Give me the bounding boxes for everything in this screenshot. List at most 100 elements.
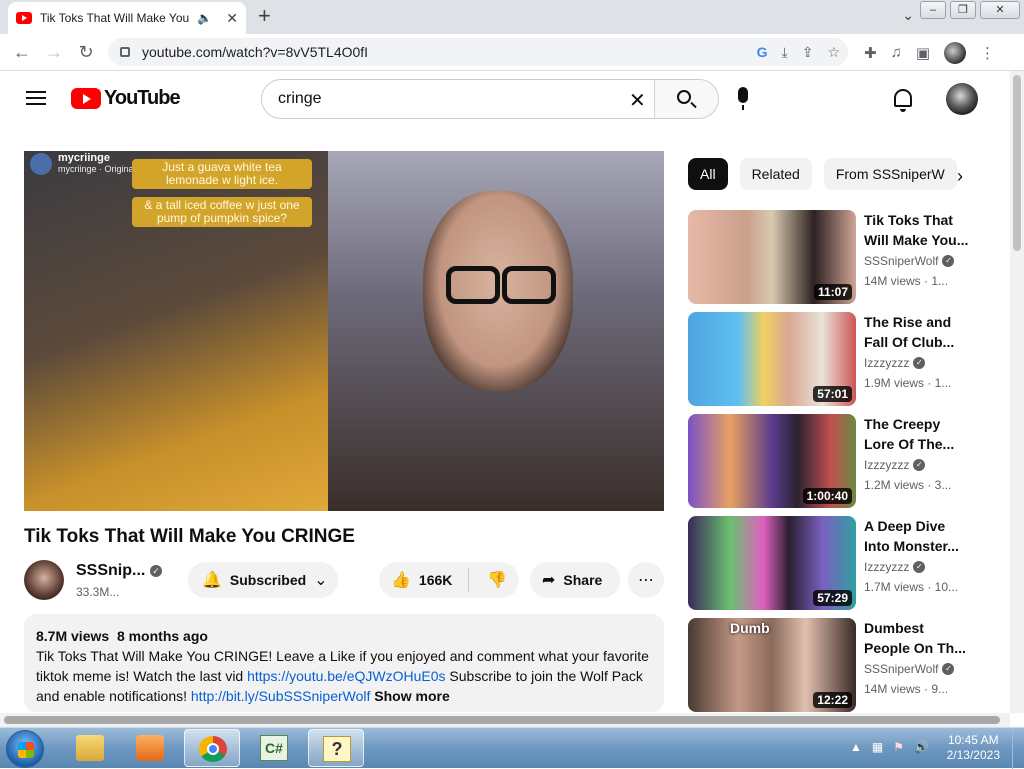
recommendation-channel[interactable]: SSSniperWolf	[864, 254, 938, 268]
forward-arrow-icon[interactable]: →	[38, 42, 70, 63]
network-icon[interactable]: ▦	[872, 740, 883, 754]
account-avatar[interactable]	[946, 83, 978, 115]
vertical-scrollbar[interactable]	[1010, 71, 1024, 713]
recommendation-item[interactable]: 57:01 The Rise and Fall Of Club... Izzzy…	[688, 312, 978, 406]
notifications-bell-icon[interactable]	[894, 89, 912, 112]
search-button[interactable]	[654, 80, 718, 118]
taskbar-media-player[interactable]	[122, 729, 178, 767]
recommendation-channel[interactable]: SSSniperWolf	[864, 662, 938, 676]
more-actions-button[interactable]: ⋯	[628, 562, 664, 598]
taskbar-help-app[interactable]: ?	[308, 729, 364, 767]
channel-row: SSSnip... ✓ 33.3M... 🔔 Subscribed ⌄ 👍 16…	[24, 560, 664, 600]
bookmark-star-icon[interactable]: ☆	[827, 44, 840, 61]
media-control-icon[interactable]: ♫	[891, 44, 902, 61]
description-box[interactable]: 8.7M views 8 months ago Tik Toks That Wi…	[24, 614, 664, 712]
recommendation-title[interactable]: Tik Toks That Will Make You...	[864, 210, 972, 250]
recommendation-channel[interactable]: Izzzyzzz	[864, 560, 909, 574]
lock-icon[interactable]	[120, 47, 130, 57]
vertical-scroll-thumb[interactable]	[1013, 75, 1021, 251]
voice-search-mic-icon[interactable]	[738, 87, 748, 110]
chip-from-channel[interactable]: From SSSniperW	[823, 158, 957, 190]
share-button[interactable]: ➦ Share	[530, 562, 620, 598]
recommendation-meta: 1.7M views · 10...	[864, 580, 959, 594]
like-count[interactable]: 166K	[419, 572, 452, 588]
duration-badge: 11:07	[813, 284, 852, 300]
restore-button[interactable]: ❐	[950, 1, 976, 19]
video-thumbnail[interactable]: Dumb 12:22	[688, 618, 856, 712]
channel-avatar[interactable]	[24, 560, 64, 600]
video-thumbnail[interactable]: 57:29	[688, 516, 856, 610]
recommendation-item[interactable]: 11:07 Tik Toks That Will Make You... SSS…	[688, 210, 978, 304]
bell-icon: 🔔	[202, 572, 222, 589]
clock[interactable]: 10:45 AM 2/13/2023	[947, 733, 1000, 763]
chip-all[interactable]: All	[688, 158, 728, 190]
video-player[interactable]: mycriinge mycriinge · Original Audio Jus…	[24, 151, 664, 511]
profile-avatar[interactable]	[944, 41, 967, 64]
url-text[interactable]: youtube.com/watch?v=8vV5TL4O0fI	[142, 44, 368, 60]
recommendation-meta: 1.9M views · 1...	[864, 376, 952, 390]
show-more-button[interactable]: Show more	[374, 688, 449, 704]
recommendation-title[interactable]: The Creepy Lore Of The...	[864, 414, 972, 454]
action-center-flag-icon[interactable]: ⚑	[893, 740, 904, 754]
recommendation-title[interactable]: Dumbest People On Th...	[864, 618, 972, 658]
recommendation-channel[interactable]: Izzzyzzz	[864, 458, 909, 472]
new-tab-icon[interactable]: +	[258, 5, 271, 27]
youtube-wordmark: YouTube	[104, 87, 181, 109]
tab-search-chevron-icon[interactable]: ⌄	[902, 7, 914, 24]
recommendation-title[interactable]: The Rise and Fall Of Club...	[864, 312, 972, 352]
video-thumbnail[interactable]: 11:07	[688, 210, 856, 304]
chip-related[interactable]: Related	[739, 158, 812, 190]
speaker-icon[interactable]: 🔈	[197, 11, 212, 25]
share-page-icon[interactable]: ⇪	[802, 44, 814, 61]
back-arrow-icon[interactable]: ←	[6, 42, 38, 63]
verified-check-icon: ✓	[150, 565, 162, 577]
thumbs-down-icon[interactable]: 👎	[487, 570, 507, 590]
google-icon[interactable]: G	[757, 44, 768, 60]
youtube-logo[interactable]: YouTube	[71, 87, 181, 110]
clear-search-icon[interactable]: ✕	[629, 88, 646, 113]
recommendation-meta: 14M views · 1...	[864, 274, 949, 288]
recommendation-channel-row: Izzzyzzz ✓	[864, 560, 926, 574]
volume-icon[interactable]: 🔊	[914, 740, 929, 754]
show-hidden-icons-icon[interactable]: ▲	[850, 740, 862, 754]
thumbs-up-icon[interactable]: 👍	[391, 570, 411, 590]
taskbar-chrome[interactable]	[184, 729, 240, 767]
show-desktop-button[interactable]	[1012, 728, 1024, 769]
search-input[interactable]	[262, 81, 622, 117]
reload-icon[interactable]: ↻	[70, 42, 102, 63]
video-thumbnail[interactable]: 57:01	[688, 312, 856, 406]
subscribed-button[interactable]: 🔔 Subscribed ⌄	[188, 562, 338, 598]
close-tab-icon[interactable]: ✕	[226, 10, 238, 27]
recommendation-meta: 1.2M views · 3...	[864, 478, 952, 492]
media-player-icon	[136, 735, 164, 761]
hamburger-menu-icon[interactable]	[26, 91, 46, 105]
recommendation-item[interactable]: 1:00:40 The Creepy Lore Of The... Izzzyz…	[688, 414, 978, 508]
browser-tab[interactable]: Tik Toks That Will Make You 🔈 ✕	[8, 2, 246, 34]
side-panel-icon[interactable]: ▣	[916, 44, 930, 62]
menu-kebab-icon[interactable]: ⋮	[980, 44, 995, 62]
chevron-right-icon[interactable]: ›	[957, 166, 963, 187]
horizontal-scroll-thumb[interactable]	[4, 716, 1000, 724]
taskbar-explorer[interactable]	[62, 729, 118, 767]
verified-check-icon: ✓	[913, 561, 926, 573]
recommendation-title[interactable]: A Deep Dive Into Monster...	[864, 516, 972, 556]
minimize-button[interactable]: –	[920, 1, 946, 19]
recommendation-item[interactable]: Dumb 12:22 Dumbest People On Th... SSSni…	[688, 618, 978, 712]
like-divider	[468, 568, 470, 592]
video-thumbnail[interactable]: 1:00:40	[688, 414, 856, 508]
channel-name[interactable]: SSSnip...	[76, 562, 145, 580]
start-button[interactable]	[6, 730, 44, 768]
horizontal-scrollbar[interactable]	[0, 713, 1010, 727]
verified-check-icon: ✓	[942, 663, 955, 675]
recommendation-channel[interactable]: Izzzyzzz	[864, 356, 909, 370]
recommendation-item[interactable]: 57:29 A Deep Dive Into Monster... Izzzyz…	[688, 516, 978, 610]
taskbar-csharp-app[interactable]: C#	[246, 729, 302, 767]
description-link-2[interactable]: http://bit.ly/SubSSSniperWolf	[191, 688, 371, 704]
install-icon[interactable]: ⤓	[782, 44, 788, 61]
duration-badge: 12:22	[813, 692, 852, 708]
extensions-puzzle-icon[interactable]: ✚	[864, 44, 877, 62]
address-bar[interactable]: youtube.com/watch?v=8vV5TL4O0fI G ⤓ ⇪ ☆	[108, 38, 848, 66]
description-link-1[interactable]: https://youtu.be/eQJWzOHuE0s	[247, 668, 445, 684]
close-window-button[interactable]: ✕	[980, 1, 1020, 19]
video-caption-1: Just a guava white tea lemonade w light …	[132, 159, 312, 189]
